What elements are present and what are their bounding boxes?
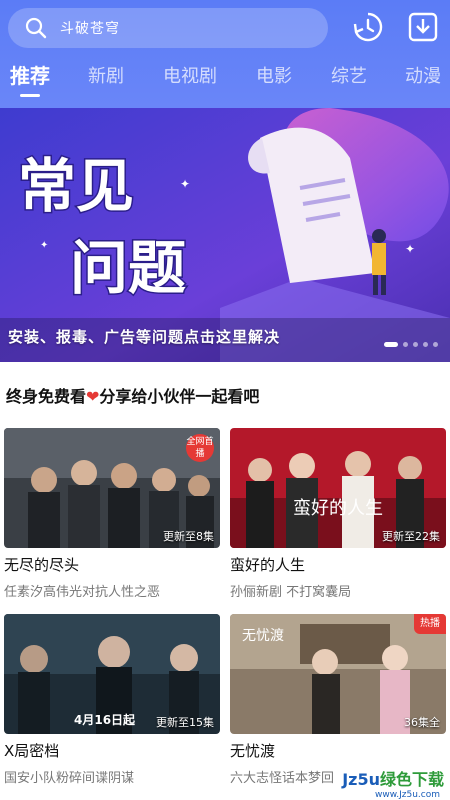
search-icon: [25, 17, 47, 39]
episode-badge: 更新至22集: [382, 530, 440, 543]
episode-badge: 更新至8集: [163, 530, 214, 543]
banner-artwork: 常见 问题 ✦ ✦ ✦: [0, 108, 450, 362]
poster-thumbnail[interactable]: 4月16日起 更新至15集: [4, 614, 220, 734]
corner-badge: 全网首播: [186, 434, 214, 462]
watermark-brand: Jz5u: [342, 770, 380, 789]
carousel-dot: [423, 342, 428, 347]
card-title: 无尽的尽头: [4, 556, 80, 574]
hot-badge: 热播: [414, 614, 446, 634]
carousel-dot: [403, 342, 408, 347]
svg-text:✦: ✦: [405, 242, 415, 256]
heart-icon: ❤: [86, 387, 100, 406]
poster-thumbnail[interactable]: 无忧渡 热播 36集全: [230, 614, 446, 734]
drama-card[interactable]: 无忧渡 热播 36集全 无忧渡 六大志怪话本梦回: [230, 614, 446, 786]
promo-banner[interactable]: 常见 问题 ✦ ✦ ✦ 安装、报毒、广告等问题点击这里解决: [0, 108, 450, 362]
top-header: 斗破苍穹 推荐 新剧 电视剧 电影 综艺 动漫: [0, 0, 450, 108]
banner-caption: 安装、报毒、广告等问题点击这里解决: [8, 328, 281, 346]
poster-thumbnail[interactable]: 全网首播 更新至8集: [4, 428, 220, 548]
drama-card[interactable]: 蛮好的人生 更新至22集 蛮好的人生 孙俪新剧 不打窝囊局: [230, 428, 446, 600]
poster-title-art: 蛮好的人生: [293, 498, 383, 519]
episode-badge: 36集全: [404, 716, 440, 729]
banner-headline-1: 常见: [18, 152, 134, 220]
carousel-dot-active: [384, 342, 398, 347]
search-bar[interactable]: 斗破苍穹: [8, 8, 328, 48]
poster-thumbnail[interactable]: 蛮好的人生 更新至22集: [230, 428, 446, 548]
card-subtitle: 孙俪新剧 不打窝囊局: [230, 585, 352, 600]
poster-date-text: 4月16日起: [74, 712, 136, 727]
tab-new-drama[interactable]: 新剧: [88, 62, 124, 88]
tab-recommend[interactable]: 推荐: [10, 60, 50, 97]
svg-text:✦: ✦: [40, 240, 48, 251]
card-title: 蛮好的人生: [230, 556, 306, 574]
poster-title-art: 无忧渡: [242, 628, 284, 644]
tab-tv-series[interactable]: 电视剧: [163, 62, 217, 88]
card-subtitle: 国安小队粉碎间谍阴谋: [4, 771, 135, 786]
download-icon[interactable]: [406, 10, 440, 44]
search-placeholder: 斗破苍穹: [60, 21, 120, 37]
section-title-part-2: 分享给小伙伴一起看吧: [99, 387, 260, 406]
history-icon[interactable]: [351, 10, 385, 44]
drama-card[interactable]: 4月16日起 更新至15集 X局密档 国安小队粉碎间谍阴谋: [4, 614, 220, 786]
card-title: X局密档: [4, 742, 60, 760]
carousel-dots: [384, 342, 438, 347]
tab-movies[interactable]: 电影: [256, 62, 292, 88]
watermark-url: www.Jz5u.com: [374, 790, 440, 800]
card-title: 无忧渡: [230, 742, 276, 760]
watermark-text: 绿色下载: [379, 770, 444, 789]
carousel-dot: [433, 342, 438, 347]
card-subtitle: 任素汐高伟光对抗人性之恶: [4, 585, 161, 600]
watermark-logo: Jz5u绿色下载: [342, 766, 444, 790]
carousel-dot: [413, 342, 418, 347]
episode-badge: 更新至15集: [156, 716, 214, 729]
svg-text:✦: ✦: [180, 177, 190, 191]
section-title-part-1: 终身免费看: [6, 387, 87, 406]
banner-headline-2: 问题: [70, 234, 186, 302]
category-tabs: 推荐 新剧 电视剧 电影 综艺 动漫: [0, 62, 450, 98]
tab-anime[interactable]: 动漫: [405, 62, 441, 88]
drama-card[interactable]: 全网首播 更新至8集 无尽的尽头 任素汐高伟光对抗人性之恶: [4, 428, 220, 600]
section-title: 终身免费看❤分享给小伙伴一起看吧: [6, 383, 259, 407]
tab-variety[interactable]: 综艺: [331, 62, 367, 88]
